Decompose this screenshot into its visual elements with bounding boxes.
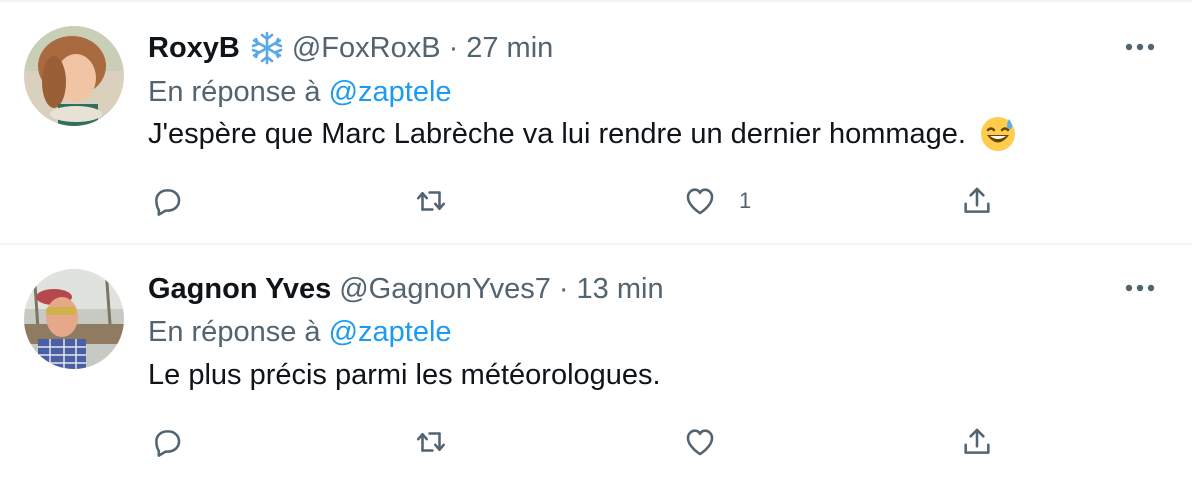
display-name[interactable]: RoxyB: [148, 32, 240, 65]
more-options-button[interactable]: [1120, 273, 1160, 303]
share-button[interactable]: [960, 176, 994, 226]
like-button[interactable]: [683, 417, 717, 467]
heart-icon: [686, 188, 714, 215]
share-icon: [964, 428, 990, 454]
share-button[interactable]: [960, 417, 994, 467]
tweet-text-content: Le plus précis parmi les météorologues.: [148, 359, 661, 391]
separator-dot: ·: [558, 272, 569, 305]
timestamp[interactable]: 27 min: [466, 32, 553, 65]
reply-prefix: En réponse à: [148, 316, 321, 348]
avatar[interactable]: [24, 26, 124, 126]
heart-icon: [686, 429, 714, 456]
tweet[interactable]: Gagnon Yves @GagnonYves7 · 13 min En rép…: [0, 245, 1192, 482]
tweet-text-content: J'espère que Marc Labrèche va lui rendre…: [148, 117, 966, 150]
user-handle[interactable]: @FoxRoxB: [292, 32, 441, 65]
reply-mention-link[interactable]: @zaptele: [329, 76, 452, 108]
snowflake-icon: [250, 31, 284, 65]
tweet-text: Le plus précis parmi les météorologues.: [148, 359, 661, 392]
reply-prefix: En réponse à: [148, 76, 321, 108]
reply-icon: [155, 430, 181, 457]
like-button[interactable]: 1: [683, 176, 751, 226]
retweet-icon: [416, 432, 446, 452]
like-count: 1: [739, 188, 752, 213]
reply-context: En réponse à @zaptele: [148, 76, 452, 109]
more-icon: [1125, 284, 1155, 292]
retweet-button[interactable]: [414, 176, 448, 226]
tweet-header: RoxyB @FoxRoxB · 27 min: [148, 28, 553, 68]
retweet-button[interactable]: [414, 417, 448, 467]
separator-dot: ·: [448, 31, 459, 64]
reply-button[interactable]: [150, 176, 184, 226]
tweet-actions: 1: [148, 176, 1048, 226]
reply-icon: [155, 189, 181, 216]
more-icon: [1125, 43, 1155, 51]
retweet-icon: [416, 191, 446, 211]
tweet-header: Gagnon Yves @GagnonYves7 · 13 min: [148, 269, 664, 309]
avatar[interactable]: [24, 269, 124, 369]
reply-context: En réponse à @zaptele: [148, 316, 452, 349]
reply-mention-link[interactable]: @zaptele: [329, 316, 452, 348]
reply-button[interactable]: [150, 417, 184, 467]
tweet[interactable]: RoxyB @FoxRoxB · 27 min En réponse à @za…: [0, 2, 1192, 245]
display-name[interactable]: Gagnon Yves: [148, 273, 331, 306]
user-handle[interactable]: @GagnonYves7: [339, 273, 551, 306]
tweet-actions: [148, 417, 1048, 467]
more-options-button[interactable]: [1120, 32, 1160, 62]
share-icon: [964, 187, 990, 213]
tweet-text: J'espère que Marc Labrèche va lui rendre…: [148, 116, 1016, 152]
grinning-sweat-emoji: [980, 116, 1016, 152]
timestamp[interactable]: 13 min: [577, 273, 664, 306]
